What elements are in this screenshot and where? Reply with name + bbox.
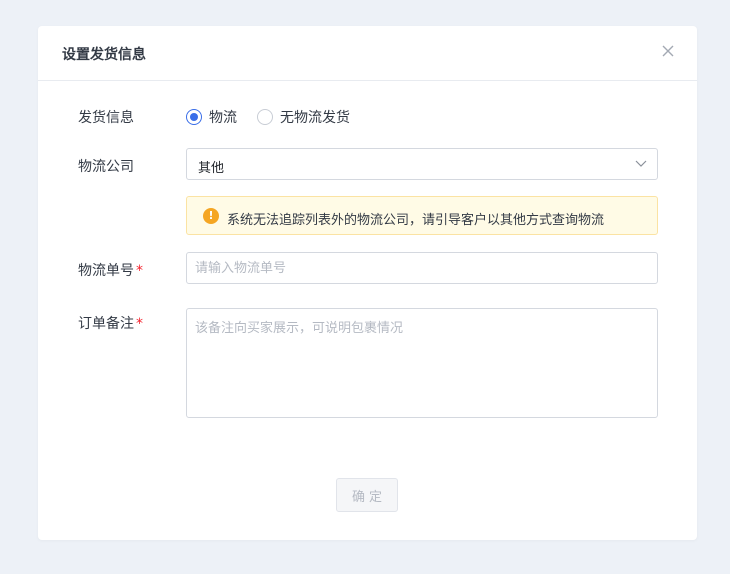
tracking-label-text: 物流单号 [78, 263, 134, 279]
radio-unchecked-icon[interactable] [257, 109, 273, 125]
radio-no-logistics[interactable]: 无物流发货 [257, 107, 350, 127]
company-label: 物流公司 [78, 159, 134, 175]
required-mark: * [136, 263, 143, 279]
warning-alert: ! 系统无法追踪列表外的物流公司，请引导客户以其他方式查询物流 [186, 196, 658, 235]
company-select-value: 其他 [198, 161, 225, 176]
remark-label-text: 订单备注 [78, 316, 134, 332]
dialog-title: 设置发货信息 [62, 47, 146, 63]
close-icon [662, 45, 674, 57]
tracking-label: 物流单号 * [78, 260, 143, 280]
warning-icon: ! [203, 208, 219, 224]
company-select[interactable]: 其他 [186, 148, 658, 180]
confirm-button[interactable]: 确定 [336, 478, 398, 512]
close-button[interactable] [659, 42, 679, 62]
radio-logistics[interactable]: 物流 [186, 107, 237, 127]
radio-no-logistics-label: 无物流发货 [280, 110, 350, 126]
warning-alert-text: 系统无法追踪列表外的物流公司，请引导客户以其他方式查询物流 [227, 213, 605, 228]
radio-checked-icon[interactable] [186, 109, 202, 125]
remark-label: 订单备注 * [78, 313, 143, 333]
tracking-number-input[interactable] [186, 252, 658, 284]
ship-method-radio-group: 物流 无物流发货 [186, 107, 370, 127]
radio-logistics-label: 物流 [209, 110, 237, 126]
ship-info-label: 发货信息 [78, 110, 134, 126]
ship-settings-dialog: 设置发货信息 发货信息 物流 无物流发货 物流公司 其他 ! 系统无法追踪列表外… [38, 26, 697, 540]
required-mark: * [136, 316, 143, 332]
dialog-header: 设置发货信息 [38, 26, 697, 81]
chevron-down-icon [635, 160, 647, 167]
order-remark-textarea[interactable] [186, 308, 658, 418]
